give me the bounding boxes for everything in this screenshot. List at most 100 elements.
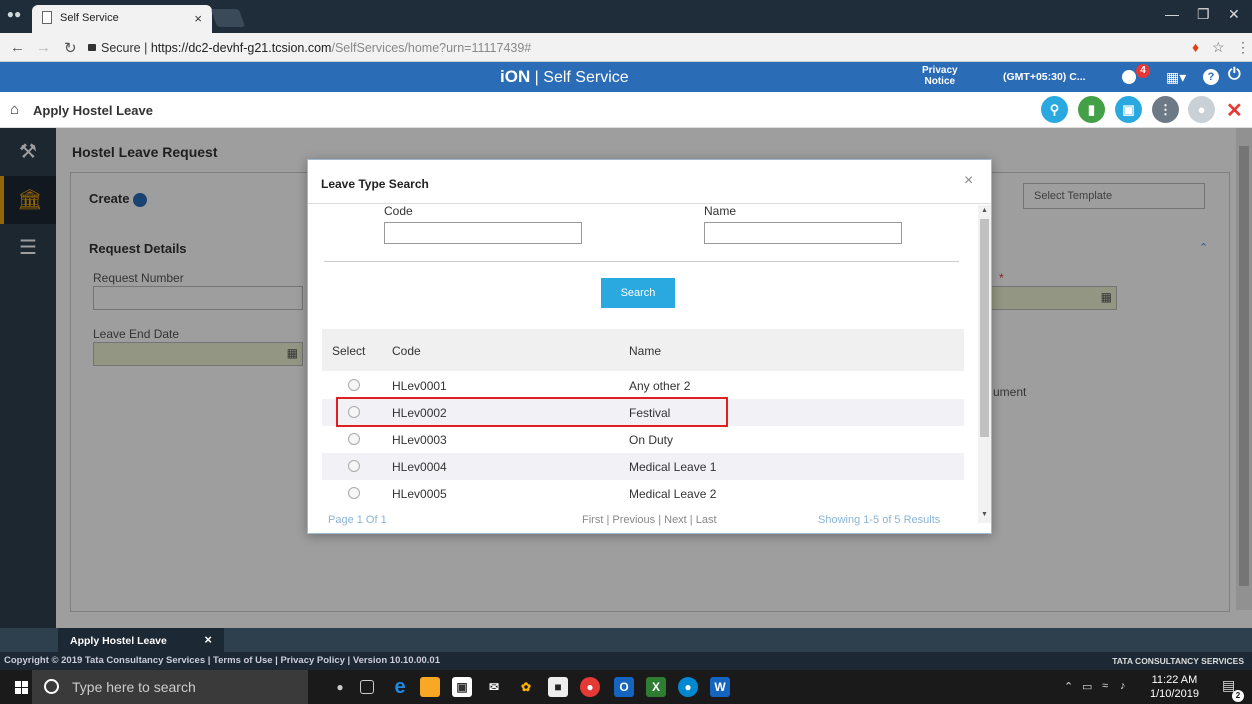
ion-logo: iON <box>500 67 531 86</box>
bookmark-star-icon[interactable]: ☆ <box>1212 39 1225 56</box>
column-header-select: Select <box>332 344 366 358</box>
windows-taskbar: Type here to search ● e ▣ ✉ ✿ ■ ● O X ● … <box>0 670 1252 704</box>
mail-icon[interactable]: ✉ <box>484 677 504 697</box>
bottom-tab-apply-hostel-leave[interactable]: Apply Hostel Leave × <box>58 628 224 652</box>
row-code: HLev0001 <box>392 379 447 393</box>
forward-icon[interactable]: → <box>36 39 51 56</box>
row-name: Any other 2 <box>629 379 691 393</box>
leave-type-search-modal: Leave Type Search × Code Name Search Sel… <box>307 159 992 534</box>
file-explorer-icon[interactable] <box>420 677 440 697</box>
clock-time: 11:22 AM <box>1151 674 1198 686</box>
taskbar-search[interactable]: Type here to search <box>32 670 308 704</box>
modal-close-icon[interactable]: × <box>964 172 973 190</box>
tray-chevron-icon[interactable]: ⌃ <box>1064 680 1073 693</box>
row-radio[interactable] <box>348 460 360 472</box>
skype-icon[interactable]: ● <box>678 677 698 697</box>
volume-icon[interactable]: ♪ <box>1120 680 1126 692</box>
code-input[interactable] <box>384 222 582 244</box>
timezone-selector[interactable]: (GMT+05:30) C... <box>1003 71 1086 83</box>
bottom-tab-close-icon[interactable]: × <box>204 632 212 647</box>
wifi-icon[interactable]: ≈ <box>1102 680 1108 692</box>
lock-icon <box>88 44 96 51</box>
table-row[interactable]: HLev0005 Medical Leave 2 <box>322 480 964 507</box>
modal-scrollbar[interactable]: ▲ ▼ <box>978 205 991 523</box>
close-page-icon[interactable]: ✕ <box>1226 98 1243 123</box>
page-header: ⌂ Apply Hostel Leave ⚲ ▮ ▣ ⋮ ● ✕ <box>0 92 1252 128</box>
restore-icon[interactable]: ❐ <box>1197 6 1210 23</box>
search-separator <box>324 261 959 262</box>
url-secure-label: Secure <box>101 41 141 55</box>
bottom-tab-strip: Apply Hostel Leave × <box>0 628 1252 652</box>
windows-start-icon[interactable] <box>15 681 29 695</box>
home-icon[interactable]: ⌂ <box>10 101 19 118</box>
apps-grid-icon[interactable]: ▦▾ <box>1166 69 1186 86</box>
row-radio[interactable] <box>348 433 360 445</box>
code-label: Code <box>384 204 413 218</box>
page-title: Apply Hostel Leave <box>33 103 153 118</box>
power-icon[interactable]: ⏻ <box>1228 66 1241 84</box>
privacy-line-2: Notice <box>924 76 956 87</box>
notification-badge[interactable]: 4 <box>1136 64 1150 78</box>
bottom-tab-label: Apply Hostel Leave <box>70 635 167 647</box>
battery-icon[interactable]: ▭ <box>1082 680 1092 693</box>
url-field[interactable]: Secure | https://dc2-devhf-g21.tcsion.co… <box>88 38 1148 58</box>
more-options-icon[interactable]: ⋮ <box>1152 96 1179 123</box>
new-tab-button[interactable] <box>210 9 246 27</box>
excel-icon[interactable]: X <box>646 677 666 697</box>
modal-title: Leave Type Search <box>321 177 429 191</box>
window-close-icon[interactable]: ✕ <box>1228 6 1240 23</box>
results-info: Showing 1-5 of 5 Results <box>818 514 941 526</box>
row-radio[interactable] <box>348 487 360 499</box>
privacy-line-1: Privacy <box>922 65 958 76</box>
cortana-icon <box>44 679 59 694</box>
selection-highlight-box <box>336 397 728 427</box>
row-code: HLev0003 <box>392 433 447 447</box>
search-icon[interactable]: ⚲ <box>1041 96 1068 123</box>
row-radio[interactable] <box>348 379 360 391</box>
store-icon[interactable]: ▣ <box>452 677 472 697</box>
globe-icon[interactable] <box>1122 70 1136 84</box>
action-center-badge: 2 <box>1232 690 1244 702</box>
table-row[interactable]: HLev0001 Any other 2 <box>322 372 964 399</box>
privacy-notice-link[interactable]: Privacy Notice <box>922 65 958 87</box>
row-code: HLev0004 <box>392 460 447 474</box>
extension-icon[interactable]: ♦ <box>1192 39 1199 55</box>
pager-links[interactable]: First | Previous | Next | Last <box>582 514 717 526</box>
address-bar: ← → ↻ Secure | https://dc2-devhf-g21.tcs… <box>0 33 1252 62</box>
browser-tab[interactable]: Self Service × <box>32 5 212 33</box>
tcs-logo: TATA CONSULTANCY SERVICES <box>1112 656 1244 666</box>
browser-tab-bar: ●● Self Service × — ❐ ✕ <box>0 0 1252 33</box>
microphone-icon[interactable]: ● <box>330 677 350 697</box>
column-header-name: Name <box>629 344 662 358</box>
table-row[interactable]: HLev0004 Medical Leave 1 <box>322 453 964 480</box>
task-view-icon[interactable] <box>360 680 374 694</box>
footer: Copyright © 2019 Tata Consultancy Servic… <box>0 652 1252 670</box>
avatar[interactable]: ● <box>1188 96 1215 123</box>
scroll-down-icon[interactable]: ▼ <box>981 511 988 518</box>
table-row[interactable]: HLev0003 On Duty <box>322 426 964 453</box>
ion-header: iON | Self Service Privacy Notice (GMT+0… <box>0 62 1252 92</box>
chrome-menu-icon[interactable]: ⋮ <box>1236 39 1250 56</box>
page-info: Page 1 Of 1 <box>328 514 387 526</box>
screen-share-icon[interactable]: ▣ <box>1115 96 1142 123</box>
name-input[interactable] <box>704 222 902 244</box>
panel-icon[interactable]: ▮ <box>1078 96 1105 123</box>
search-button[interactable]: Search <box>601 278 675 308</box>
paint-icon[interactable]: ✿ <box>516 677 536 697</box>
url-path: /SelfServices/home?urn=11117439# <box>331 41 532 55</box>
minimize-icon[interactable]: — <box>1165 6 1179 22</box>
help-icon[interactable]: ? <box>1203 69 1219 85</box>
modal-scrollbar-thumb[interactable] <box>980 219 989 437</box>
back-icon[interactable]: ← <box>10 39 25 56</box>
outlook-icon[interactable]: O <box>614 677 634 697</box>
sticky-app-icon[interactable]: ■ <box>548 677 568 697</box>
taskbar-clock[interactable]: 11:22 AM 1/10/2019 <box>1150 673 1199 701</box>
tab-close-icon[interactable]: × <box>194 11 202 26</box>
row-name: On Duty <box>629 433 674 447</box>
word-icon[interactable]: W <box>710 677 730 697</box>
copyright-text: Copyright © 2019 Tata Consultancy Servic… <box>4 655 440 666</box>
edge-icon[interactable]: e <box>390 677 410 697</box>
scroll-up-icon[interactable]: ▲ <box>981 207 988 214</box>
reload-icon[interactable]: ↻ <box>64 39 77 57</box>
chrome-icon[interactable]: ● <box>580 677 600 697</box>
